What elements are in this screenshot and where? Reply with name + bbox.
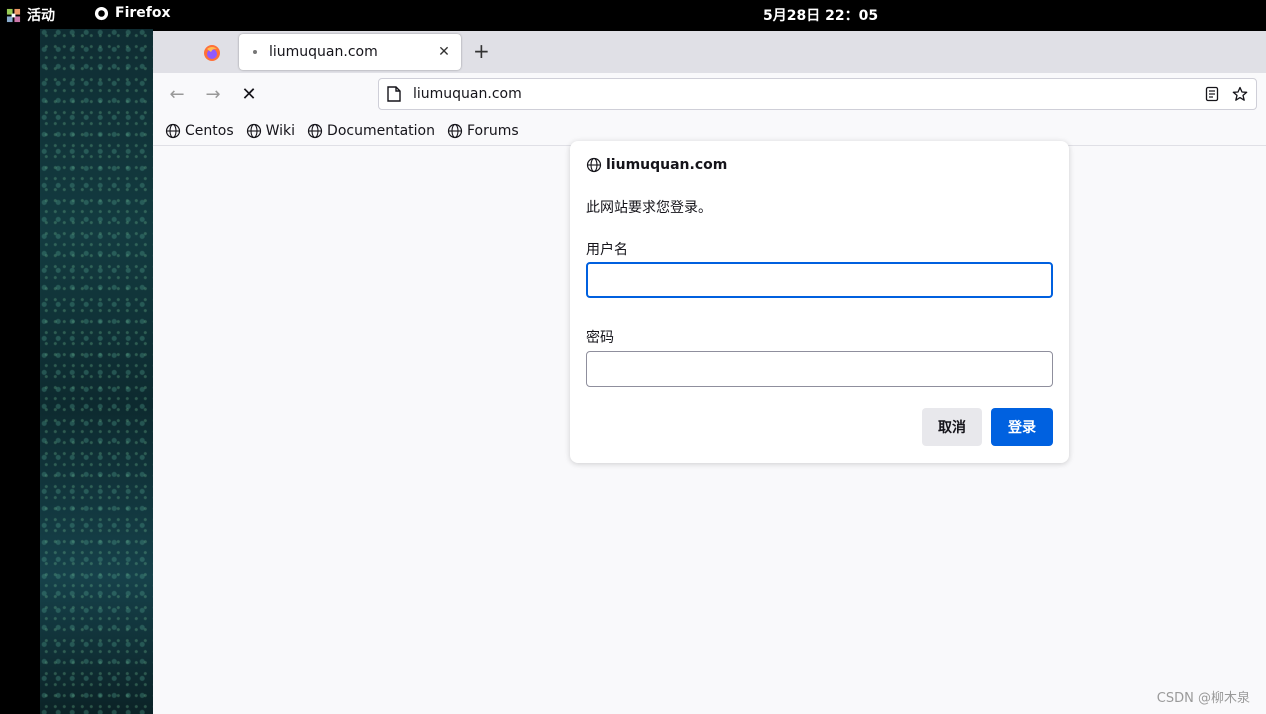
tab-active[interactable]: liumuquan.com ✕ — [239, 34, 461, 70]
url-bar[interactable]: liumuquan.com — [378, 78, 1257, 110]
page-icon — [387, 86, 401, 102]
bookmark-centos[interactable]: Centos — [165, 123, 234, 139]
cancel-button[interactable]: 取消 — [922, 408, 982, 446]
back-button[interactable]: ← — [167, 85, 187, 105]
watermark: CSDN @柳木泉 — [1156, 691, 1250, 706]
dialog-site: liumuquan.com — [606, 157, 728, 173]
stop-button[interactable]: ✕ — [239, 85, 259, 105]
loading-dot-icon — [253, 50, 257, 54]
bookmark-documentation[interactable]: Documentation — [307, 123, 435, 139]
centos-logo-icon — [6, 8, 21, 22]
password-label: 密码 — [586, 330, 614, 346]
globe-icon — [586, 157, 602, 173]
bookmark-label: Forums — [466, 123, 519, 139]
bookmark-wiki[interactable]: Wiki — [246, 123, 295, 139]
tab-strip: liumuquan.com ✕ + — [153, 31, 1266, 73]
tab-title: liumuquan.com — [269, 44, 378, 60]
globe-icon — [307, 123, 323, 139]
desktop-wallpaper — [40, 29, 153, 714]
username-input[interactable] — [586, 262, 1053, 298]
bookmark-star-icon[interactable] — [1232, 86, 1248, 102]
dialog-header: liumuquan.com — [586, 157, 727, 173]
tab-close-icon[interactable]: ✕ — [435, 44, 453, 60]
bookmark-forums[interactable]: Forums — [447, 123, 519, 139]
reader-view-icon[interactable] — [1204, 86, 1220, 102]
password-input[interactable] — [586, 351, 1053, 387]
dialog-message: 此网站要求您登录。 — [586, 200, 712, 216]
globe-icon — [246, 123, 261, 139]
login-button[interactable]: 登录 — [991, 408, 1053, 446]
clock[interactable]: 5月28日 22：05 — [763, 5, 878, 25]
username-label: 用户名 — [586, 242, 628, 258]
firefox-view-icon[interactable] — [203, 44, 221, 62]
navigation-toolbar: ← → ✕ liumuquan.com — [153, 73, 1266, 117]
forward-button[interactable]: → — [203, 85, 223, 105]
new-tab-button[interactable]: + — [473, 41, 490, 61]
globe-icon — [165, 123, 181, 139]
url-text: liumuquan.com — [413, 86, 522, 102]
bookmark-label: Wiki — [265, 123, 296, 139]
firefox-window: liumuquan.com ✕ + ← → ✕ liumuquan.com Ce… — [153, 31, 1266, 714]
firefox-app-icon — [94, 6, 109, 20]
globe-icon — [447, 123, 463, 139]
auth-dialog: liumuquan.com 此网站要求您登录。 用户名 密码 取消 登录 — [570, 141, 1069, 463]
app-label: Firefox — [115, 5, 171, 21]
system-top-bar: 活动 Firefox 5月28日 22：05 — [0, 0, 1266, 29]
bookmark-label: Centos — [185, 123, 234, 139]
bookmark-label: Documentation — [327, 123, 435, 139]
activities-button[interactable]: 活动 — [6, 5, 55, 25]
activities-label: 活动 — [27, 8, 55, 24]
app-menu[interactable]: Firefox — [94, 5, 171, 21]
